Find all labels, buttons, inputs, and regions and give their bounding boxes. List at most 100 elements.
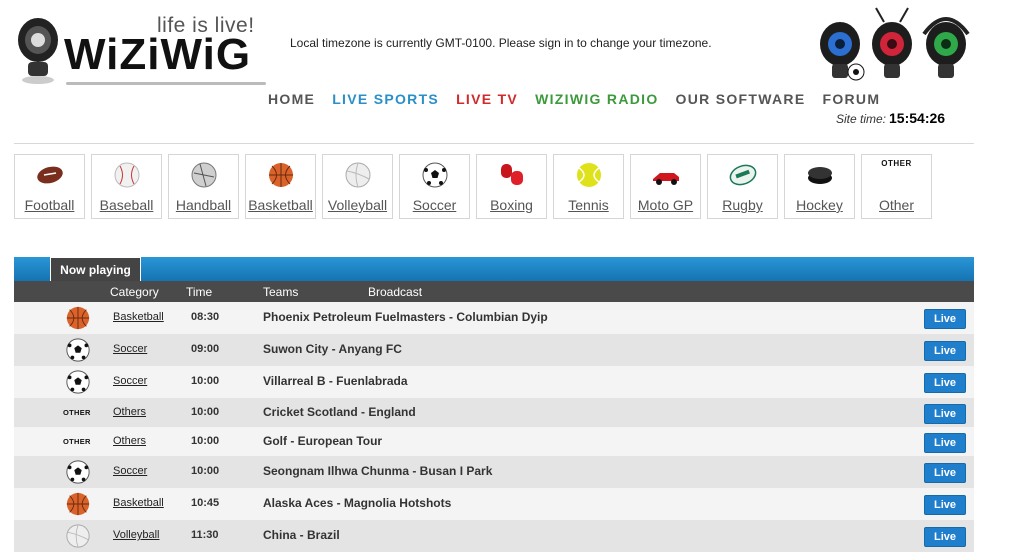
main-nav: HOME LIVE SPORTS LIVE TV WIZIWIG RADIO OUR S… — [268, 91, 897, 107]
sport-label: Boxing — [490, 197, 533, 213]
sport-label: Other — [878, 197, 914, 213]
event-teams: Golf - European Tour — [263, 433, 383, 448]
nav-our-software[interactable]: OUR SOFTWARE — [676, 91, 806, 107]
col-broadcast: Broadcast — [368, 285, 423, 299]
soccer-ball-icon — [65, 369, 91, 395]
sport-tile-boxing[interactable]: Boxing — [476, 154, 547, 219]
logo-reflection — [66, 82, 266, 85]
sport-tile-tennis[interactable]: Tennis — [553, 154, 624, 219]
sport-label: Moto GP — [637, 197, 694, 213]
event-time: 10:00 — [191, 405, 220, 418]
table-row: Soccer 10:00 Seongnam Ilhwa Chunma - Busan… — [14, 456, 974, 488]
live-button[interactable]: Live — [924, 341, 966, 361]
event-teams: China - Brazil — [263, 528, 340, 542]
live-button[interactable]: Live — [924, 309, 966, 329]
volleyball-icon — [345, 162, 370, 188]
event-time: 10:00 — [191, 465, 220, 477]
live-button[interactable]: Live — [924, 373, 966, 393]
table-row: Basketball 08:30 Phoenix Petroleum Fuelmas… — [14, 302, 974, 334]
logo-wordmark: WiZiWiG — [64, 30, 252, 79]
col-category: Category — [110, 285, 159, 299]
category-link[interactable]: Others — [113, 406, 146, 418]
basketball-icon — [65, 491, 91, 517]
american-football-icon — [36, 166, 63, 184]
event-teams: Seongnam Ilhwa Chunma - Busan I Park — [263, 464, 493, 478]
category-link[interactable]: Soccer — [113, 343, 147, 355]
live-button[interactable]: Live — [924, 527, 966, 547]
basketball-icon — [268, 163, 293, 187]
soccer-ball-icon — [422, 162, 447, 188]
live-button[interactable]: Live — [924, 463, 966, 483]
sport-tile-baseball[interactable]: Baseball — [91, 154, 162, 219]
event-teams: Alaska Aces - Magnolia Hotshots — [263, 496, 452, 510]
sport-tile-football[interactable]: Football — [14, 154, 85, 219]
table-row: Basketball 10:45 Alaska Aces - Magnolia Ho… — [14, 488, 974, 520]
live-button[interactable]: Live — [924, 403, 966, 424]
event-teams: Villarreal B - Fuenlabrada — [263, 374, 408, 388]
category-link[interactable]: Soccer — [113, 375, 147, 387]
nav-wiziwig-radio[interactable]: WIZIWIG RADIO — [535, 91, 658, 107]
tennis-ball-icon — [576, 163, 601, 187]
col-time: Time — [186, 285, 213, 299]
now-playing-tab[interactable]: Now playing — [50, 257, 141, 281]
sport-tile-basketball[interactable]: Basketball — [245, 154, 316, 219]
category-link[interactable]: Volleyball — [113, 529, 159, 541]
site-time: Site time: 15:54:26 — [836, 110, 945, 126]
sport-label: Football — [24, 197, 75, 213]
table-row: OTHER Others 10:00 Golf - European Tour Live — [14, 427, 974, 456]
sport-tile-hockey[interactable]: Hockey — [784, 154, 855, 219]
rugby-ball-icon — [729, 164, 756, 186]
table-row: Soccer 09:00 Suwon City - Anyang FC Live — [14, 334, 974, 366]
event-time: 10:00 — [191, 375, 220, 387]
live-button[interactable]: Live — [924, 432, 966, 453]
other-icon: OTHER — [63, 436, 91, 446]
wiziwig-logo[interactable]: life is live! WiZiWiG — [14, 14, 274, 94]
event-teams: Phoenix Petroleum Fuelmasters - Columbia… — [263, 310, 548, 324]
other-icon: OTHER — [881, 159, 912, 168]
volleyball-icon — [65, 523, 91, 549]
nav-live-tv[interactable]: LIVE TV — [456, 91, 518, 107]
sport-tile-volleyball[interactable]: Volleyball — [322, 154, 393, 219]
header-divider — [14, 143, 974, 144]
sport-tile-other[interactable]: OTHER Other — [861, 154, 932, 219]
sport-label: Rugby — [722, 197, 763, 213]
sport-tile-rugby[interactable]: Rugby — [707, 154, 778, 219]
sport-label: Tennis — [568, 197, 609, 213]
sport-tile-handball[interactable]: Handball — [168, 154, 239, 219]
col-teams: Teams — [263, 285, 299, 299]
hockey-puck-icon — [807, 167, 832, 184]
category-link[interactable]: Basketball — [113, 311, 164, 323]
now-playing-bar — [14, 257, 974, 281]
race-car-icon — [652, 173, 679, 185]
event-teams: Suwon City - Anyang FC — [263, 342, 402, 356]
nav-forum[interactable]: FORUM — [822, 91, 880, 107]
sport-tile-moto-gp[interactable]: Moto GP — [630, 154, 701, 219]
category-link[interactable]: Soccer — [113, 465, 147, 477]
table-row: OTHER Others 10:00 Cricket Scotland - Engla… — [14, 398, 974, 427]
nav-live-sports[interactable]: LIVE SPORTS — [332, 91, 439, 107]
sport-tile-soccer[interactable]: Soccer — [399, 154, 470, 219]
event-time: 09:00 — [191, 343, 220, 355]
sport-label: Volleyball — [327, 197, 388, 213]
basketball-icon — [65, 305, 91, 331]
sport-label: Baseball — [99, 197, 154, 213]
other-icon: OTHER — [63, 407, 91, 417]
live-button[interactable]: Live — [924, 495, 966, 515]
soccer-ball-icon — [65, 337, 91, 363]
soccer-ball-icon — [65, 459, 91, 485]
event-time: 11:30 — [191, 529, 219, 541]
sport-label: Hockey — [796, 197, 843, 213]
site-time-label: Site time: — [836, 112, 887, 126]
event-teams: Cricket Scotland - England — [263, 404, 416, 419]
mascot-robot-icon — [18, 18, 58, 84]
site-time-value: 15:54:26 — [889, 110, 946, 126]
sport-label: Soccer — [412, 197, 457, 213]
nav-home[interactable]: HOME — [268, 91, 315, 107]
robot-mascots-icon — [820, 7, 970, 81]
category-link[interactable]: Basketball — [113, 497, 164, 509]
category-link[interactable]: Others — [113, 435, 146, 447]
timezone-message: Local timezone is currently GMT-0100. Pl… — [290, 36, 712, 50]
table-row: Volleyball 11:30 China - Brazil Live — [14, 520, 974, 552]
sport-label: Basketball — [248, 197, 313, 213]
table-row: Soccer 10:00 Villarreal B - Fuenlabrada Liv… — [14, 366, 974, 398]
